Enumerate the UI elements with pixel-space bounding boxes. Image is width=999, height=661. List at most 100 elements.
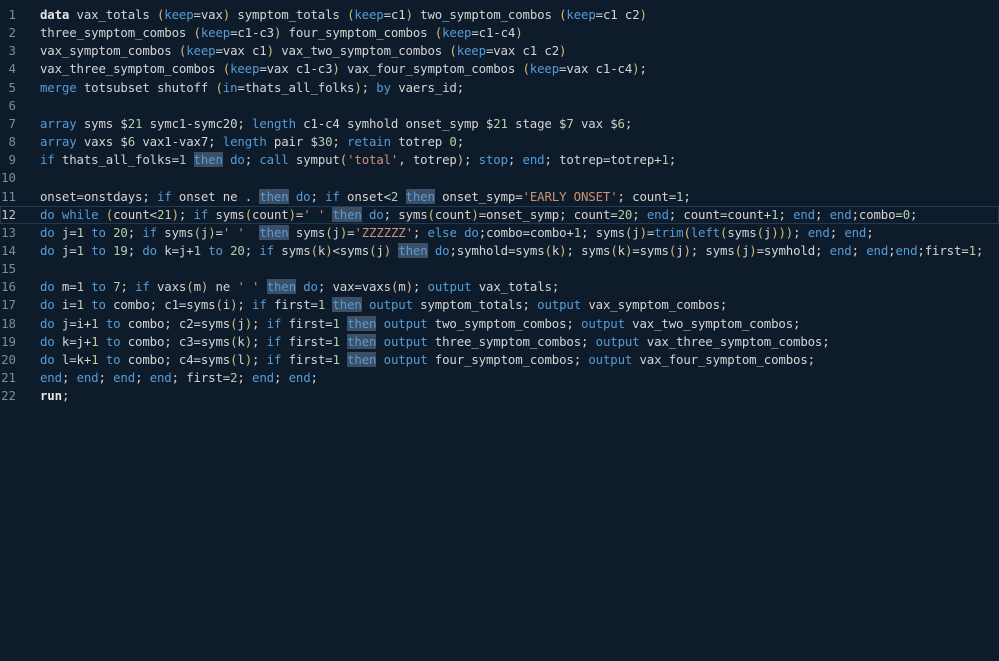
code-token: k [617,242,625,258]
code-line[interactable]: 22 run; [0,387,999,405]
code-line[interactable]: 15 [0,260,999,278]
code-token: first= [281,351,333,367]
code-line[interactable]: 5 merge totsubset shutoff (in=thats_all_f… [0,79,999,97]
code-text[interactable]: if thats_all_folks= 1 then do; call sympu… [40,151,676,169]
code-token: ( [215,297,223,313]
code-token: do [40,333,55,349]
code-text[interactable]: run; [40,387,69,405]
code-text[interactable]: do j=1 to 20; if syms(j)=' ' then syms(j… [40,224,874,242]
code-line[interactable]: 7 array syms $21 symc1-symc20; length c1-… [0,115,999,133]
code-token: ) [244,315,253,331]
code-token: count< [113,206,157,222]
code-line[interactable]: 2 three_symptom_combos (keep=c1-c3) four_… [0,24,999,42]
code-token: <syms [332,242,370,258]
code-line[interactable]: 10 [0,169,999,187]
code-text[interactable]: do i=1 to combo; c1=syms(i); if first=1 … [40,296,727,314]
code-line[interactable]: 12 do while (count<21); if syms(count)=' … [0,205,999,224]
code-line[interactable]: 11 onset=onstdays; if onset ne . then do;… [0,188,999,206]
code-line[interactable]: 19 do k=j+1 to combo; c3=syms(k); if firs… [0,333,999,351]
code-token: vax_symptom_combos [40,43,179,59]
code-text[interactable]: do j=1 to 19; do k=j+1 to 20; if syms(k)… [40,242,983,260]
code-token: do [230,152,245,168]
code-text[interactable]: end; end; end; end; first=2; end; end; [40,369,318,387]
code-line[interactable]: 17 do i=1 to combo; c1=syms(i); if first=… [0,296,999,314]
code-token: output [537,297,582,313]
code-line[interactable]: 13 do j=1 to 20; if syms(j)=' ' then syms… [0,224,999,242]
code-token: 21 [156,206,172,222]
code-text[interactable]: three_symptom_combos (keep=c1-c3) four_s… [40,24,523,42]
code-text[interactable]: vax_three_symptom_combos (keep=vax c1-c3… [40,60,647,78]
code-token: ) [383,242,391,258]
code-token: end [522,152,545,168]
code-line[interactable]: 21 end; end; end; end; first=2; end; end; [0,369,999,387]
code-token: j [632,224,640,240]
code-text[interactable]: onset=onstdays; if onset ne . then do; i… [40,188,691,206]
line-number: 1 [8,7,16,22]
code-text[interactable]: do j=i+1 to combo; c2=syms(j); if first=… [40,315,800,333]
code-token: keep [354,7,384,22]
code-token: totsubset shutoff [76,79,216,95]
code-token: 0 [902,206,911,222]
code-token: then [193,152,223,168]
code-token: ; count= [617,188,677,204]
code-token: k [237,333,245,349]
code-token: ;symhold=syms [449,242,545,258]
code-token: if [142,224,157,240]
code-line[interactable]: 6 [0,97,999,115]
code-token: 1 [661,152,669,168]
code-text[interactable]: do while (count<21); if syms(count)=' ' … [40,206,918,224]
code-token: length [252,115,296,131]
code-token: thats_all_folks= [54,152,179,168]
code-line[interactable]: 8 array vaxs $6 vax1-vax7; length pair $3… [0,133,999,151]
code-token: 20 [230,242,245,258]
code-line[interactable]: 14 do j=1 to 19; do k=j+1 to 20; if syms(… [0,242,999,260]
code-line[interactable]: 16 do m=1 to 7; if vaxs(m) ne ' ' then do… [0,278,999,296]
code-token: array [40,134,77,150]
code-token: ))) [771,224,794,240]
code-token: three_symptom_combos [40,25,194,41]
code-token: do [40,242,55,258]
code-line[interactable]: 20 do l=k+1 to combo; c4=syms(l); if firs… [0,351,999,369]
code-token: if [325,188,340,204]
code-token: ; [910,206,918,222]
code-text[interactable]: array vaxs $6 vax1-vax7; length pair $30… [40,133,464,151]
code-token: output [383,315,428,331]
code-line[interactable]: 18 do j=i+1 to combo; c2=syms(j); if firs… [0,315,999,333]
code-text[interactable]: merge totsubset shutoff (in=thats_all_fo… [40,79,464,97]
code-text[interactable]: vax_symptom_combos (keep=vax c1) vax_two… [40,42,567,60]
code-token: keep [230,61,260,77]
code-text[interactable]: do k=j+1 to combo; c3=syms(k); if first=… [40,333,830,351]
code-token: = [215,224,223,240]
code-token: ; [127,242,143,258]
code-token: ; [61,388,70,404]
code-token: i [222,297,231,313]
code-line[interactable]: 1 data vax_totals (keep=vax) symptom_tota… [0,6,999,24]
code-token: k=j+ [157,242,194,258]
code-token: ; [252,333,267,349]
code-token: ( [186,279,194,295]
code-token: end [646,206,669,222]
code-token: end [895,242,918,258]
line-number: 5 [8,79,16,95]
code-token: l=k+ [54,351,92,367]
code-token: 20 [113,224,128,240]
code-token: m= [54,279,77,295]
code-token: do [40,297,55,313]
code-token: =c1 c2 [595,7,640,22]
code-editor[interactable]: 1 data vax_totals (keep=vax) symptom_tota… [0,0,999,661]
code-text[interactable]: do m=1 to 7; if vaxs(m) ne ' ' then do; … [40,278,559,296]
code-line[interactable]: 9 if thats_all_folks= 1 then do; call symp… [0,151,999,169]
code-line[interactable]: 3 vax_symptom_combos (keep=vax c1) vax_tw… [0,42,999,60]
code-token: end [829,206,852,222]
code-token: end [807,224,830,240]
code-text[interactable]: do l=k+1 to combo; c4=syms(l); if first=… [40,351,815,369]
code-line[interactable]: 4 vax_three_symptom_combos (keep=vax c1-c… [0,60,999,78]
code-token: first= [266,297,318,313]
code-token: ne [208,279,238,295]
code-text[interactable]: data vax_totals (keep=vax) symptom_total… [40,6,647,24]
code-text[interactable]: array syms $21 symc1-symc20; length c1-c… [40,115,632,133]
